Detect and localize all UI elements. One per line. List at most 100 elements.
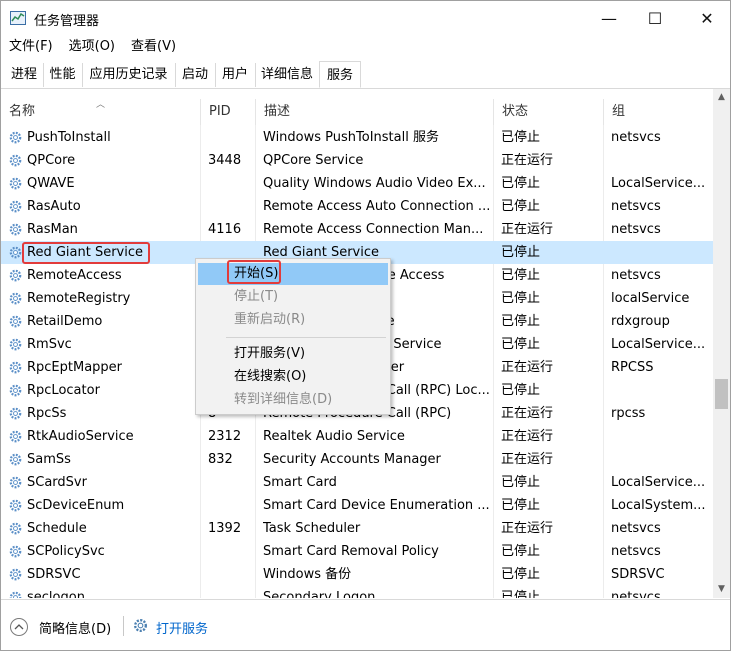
cell-status: 正在运行 [501, 360, 554, 375]
menu-options[interactable]: 选项(O) [61, 36, 123, 58]
cell-status: 已停止 [501, 383, 541, 398]
tab-processes[interactable]: 进程 [5, 63, 44, 87]
service-gear-icon [8, 268, 23, 283]
cell-group: netsvcs [611, 544, 661, 559]
column-header-name[interactable]: 名称 [1, 99, 200, 125]
cell-pid [208, 586, 253, 598]
tab-bar: 进程 性能 应用历史记录 启动 用户 详细信息 服务 [1, 61, 730, 89]
table-row[interactable]: RasAuto Remote Access Auto Connection ...… [1, 195, 713, 218]
cell-group [611, 448, 711, 471]
gear-icon [134, 619, 147, 632]
scroll-thumb[interactable] [715, 379, 728, 409]
cell-group [611, 241, 711, 264]
cell-status: 正在运行 [501, 406, 554, 421]
menu-view[interactable]: 查看(V) [123, 36, 184, 58]
cell-group: LocalService... [611, 337, 706, 352]
column-header-description[interactable]: 描述 [255, 99, 493, 125]
cell-pid: 832 [208, 452, 233, 467]
tab-services[interactable]: 服务 [319, 61, 361, 88]
table-row[interactable]: RtkAudioService 2312 Realtek Audio Service… [1, 425, 713, 448]
cell-pid: 4116 [208, 222, 242, 237]
cell-name: SamSs [27, 452, 71, 467]
table-row[interactable]: QWAVE Quality Windows Audio Video Ex... 已停… [1, 172, 713, 195]
service-gear-icon [8, 176, 23, 191]
table-row[interactable]: SCPolicySvc Smart Card Removal Policy 已停止 n… [1, 540, 713, 563]
cell-group: LocalService... [611, 475, 706, 490]
cell-status: 已停止 [501, 544, 541, 559]
tab-details[interactable]: 详细信息 [255, 63, 319, 87]
context-menu: 开始(S) 停止(T) 重新启动(R) 打开服务(V) 在线搜索(O) 转到详细… [195, 258, 391, 415]
task-manager-icon [10, 11, 26, 25]
cell-group: netsvcs [611, 199, 661, 214]
cell-description: QPCore Service [263, 153, 364, 168]
scroll-down-icon[interactable]: ▼ [713, 581, 730, 598]
table-row[interactable]: QPCore 3448 QPCore Service 正在运行 [1, 149, 713, 172]
ctx-stop[interactable]: 停止(T) [198, 286, 388, 308]
service-gear-icon [8, 337, 23, 352]
ctx-restart[interactable]: 重新启动(R) [198, 309, 388, 331]
cell-pid [208, 494, 253, 517]
cell-status: 已停止 [501, 199, 541, 214]
cell-name: RpcEptMapper [27, 360, 123, 375]
column-header-status[interactable]: 状态 [493, 99, 603, 125]
minimize-button[interactable]: — [586, 1, 632, 35]
service-gear-icon [8, 360, 23, 375]
cell-description: Windows 备份 [263, 567, 352, 582]
service-gear-icon [8, 567, 23, 582]
cell-group [611, 425, 711, 448]
cell-pid [208, 195, 253, 218]
menu-bar: 文件(F) 选项(O) 查看(V) [1, 36, 184, 58]
cell-status: 已停止 [501, 245, 541, 260]
cell-group: netsvcs [611, 130, 661, 145]
table-row[interactable]: seclogon Secondary Logon 已停止 netsvcs [1, 586, 713, 598]
cell-description: Secondary Logon [263, 590, 376, 598]
cell-pid [208, 126, 253, 149]
cell-status: 已停止 [501, 567, 541, 582]
service-gear-icon [8, 544, 23, 559]
table-row[interactable]: Schedule 1392 Task Scheduler 正在运行 netsvcs [1, 517, 713, 540]
scroll-up-icon[interactable]: ▲ [713, 89, 730, 106]
close-button[interactable]: ✕ [684, 1, 730, 35]
cell-pid: 3448 [208, 153, 242, 168]
cell-status: 已停止 [501, 314, 541, 329]
open-services-link[interactable]: 打开服务 [156, 618, 208, 637]
cell-name: RpcSs [27, 406, 67, 421]
cell-name: RemoteAccess [27, 268, 122, 283]
table-row[interactable]: SDRSVC Windows 备份 已停止 SDRSVC [1, 563, 713, 586]
table-row[interactable]: SamSs 832 Security Accounts Manager 正在运行 [1, 448, 713, 471]
tab-app-history[interactable]: 应用历史记录 [82, 63, 176, 87]
cell-status: 已停止 [501, 475, 541, 490]
service-gear-icon [8, 130, 23, 145]
tab-startup[interactable]: 启动 [175, 63, 216, 87]
cell-name: RemoteRegistry [27, 291, 131, 306]
cell-name: ScDeviceEnum [27, 498, 125, 513]
service-gear-icon [8, 222, 23, 237]
cell-group [611, 149, 711, 172]
window-title: 任务管理器 [34, 14, 100, 29]
less-details-link[interactable]: 简略信息(D) [39, 618, 111, 637]
column-header-row: ︿ 名称 PID 描述 状态 组 [1, 99, 713, 125]
ctx-go-to-details[interactable]: 转到详细信息(D) [198, 389, 388, 411]
maximize-button[interactable]: ☐ [632, 1, 678, 35]
cell-description: Security Accounts Manager [263, 452, 441, 467]
cell-pid [208, 172, 253, 195]
service-gear-icon [8, 291, 23, 306]
table-row[interactable]: SCardSvr Smart Card 已停止 LocalService... [1, 471, 713, 494]
table-row[interactable]: ScDeviceEnum Smart Card Device Enumeratio… [1, 494, 713, 517]
column-header-group[interactable]: 组 [603, 99, 713, 125]
cell-name: seclogon [27, 590, 85, 598]
service-gear-icon [8, 475, 23, 490]
menu-file[interactable]: 文件(F) [1, 36, 61, 58]
table-row[interactable]: RasMan 4116 Remote Access Connection Man..… [1, 218, 713, 241]
chevron-up-icon[interactable] [10, 618, 28, 636]
cell-group: SDRSVC [611, 567, 665, 582]
tab-performance[interactable]: 性能 [43, 63, 83, 87]
tab-users[interactable]: 用户 [215, 63, 256, 87]
table-row[interactable]: PushToInstall Windows PushToInstall 服务 已停止… [1, 126, 713, 149]
column-header-pid[interactable]: PID [200, 99, 255, 125]
ctx-search-online[interactable]: 在线搜索(O) [198, 366, 388, 388]
cell-group: RPCSS [611, 360, 654, 375]
ctx-open-services[interactable]: 打开服务(V) [198, 343, 388, 365]
vertical-scrollbar[interactable]: ▲ ▼ [713, 89, 730, 598]
service-gear-icon [8, 383, 23, 398]
